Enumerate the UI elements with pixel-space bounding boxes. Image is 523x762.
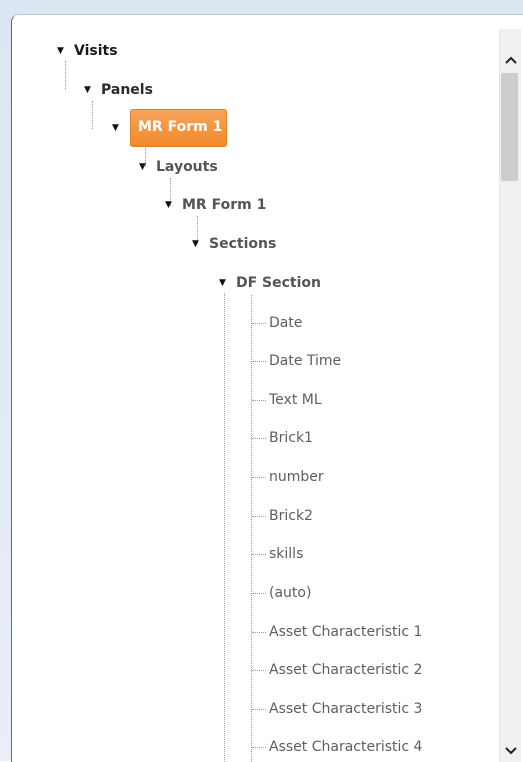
tree-leaf-field[interactable]: Text ML	[269, 388, 322, 412]
tree-node-label: DF Section	[236, 275, 322, 291]
tree-connector	[92, 101, 93, 129]
tree-node-df-section[interactable]: ▼ DF Section	[219, 271, 321, 295]
tree-view[interactable]: ▼ Visits ▼ Panels ▼ MR Form 1 ▼ Layouts ▼ MR…	[12, 15, 499, 762]
tree-connector	[251, 295, 252, 762]
tree-node-label: Panels	[101, 82, 153, 98]
tree-leaf-field[interactable]: number	[269, 465, 324, 489]
expand-triangle-icon[interactable]: ▼	[219, 271, 231, 295]
tree-connector	[252, 747, 266, 748]
tree-node-form-arrow[interactable]: ▼	[112, 116, 129, 140]
tree-connector	[252, 477, 266, 478]
scrollbar-thumb[interactable]	[501, 73, 518, 181]
scroll-down-button[interactable]	[500, 740, 521, 762]
tree-leaf-field[interactable]: Asset Characteristic 4	[269, 735, 422, 759]
tree-node-label: Visits	[74, 43, 118, 59]
tree-connector	[252, 516, 266, 517]
tree-node-label: MR Form 1	[182, 197, 267, 213]
tree-connector	[252, 554, 266, 555]
tree-connector	[252, 593, 266, 594]
tree-connector	[252, 709, 266, 710]
expand-triangle-icon[interactable]: ▼	[165, 193, 177, 217]
expand-triangle-icon[interactable]: ▼	[192, 232, 204, 256]
tree-connector	[224, 293, 225, 762]
vertical-scrollbar[interactable]	[499, 29, 521, 762]
tree-node-panels[interactable]: ▼ Panels	[84, 78, 153, 102]
tree-connector	[252, 400, 266, 401]
tree-leaf-field[interactable]: Asset Characteristic 3	[269, 697, 422, 721]
tree-node-mr-form-1-selected[interactable]: MR Form 1	[138, 115, 222, 139]
tree-node-layouts[interactable]: ▼ Layouts	[139, 155, 218, 179]
expand-triangle-icon[interactable]: ▼	[139, 155, 151, 179]
tree-leaf-field[interactable]: Asset Characteristic 1	[269, 620, 422, 644]
tree-leaf-field[interactable]: Date Time	[269, 349, 341, 373]
tree-node-label: Sections	[209, 236, 277, 252]
tree-connector	[252, 438, 266, 439]
tree-leaf-field[interactable]: (auto)	[269, 581, 311, 605]
tree-leaf-field[interactable]: Brick1	[269, 426, 313, 450]
tree-node-layout-mr-form-1[interactable]: ▼ MR Form 1	[165, 193, 266, 217]
tree-leaf-field[interactable]: Brick2	[269, 504, 313, 528]
chevron-down-icon	[504, 747, 517, 755]
tree-panel: ▼ Visits ▼ Panels ▼ MR Form 1 ▼ Layouts ▼ MR…	[11, 14, 523, 762]
chevron-up-icon	[504, 56, 517, 64]
tree-node-sections[interactable]: ▼ Sections	[192, 232, 276, 256]
tree-leaf-field[interactable]: skills	[269, 542, 303, 566]
tree-connector	[252, 323, 266, 324]
tree-node-label: Layouts	[156, 159, 218, 175]
tree-connector	[252, 361, 266, 362]
scroll-up-button[interactable]	[500, 49, 521, 71]
tree-connector	[252, 632, 266, 633]
expand-triangle-icon[interactable]: ▼	[112, 116, 124, 140]
tree-leaf-field[interactable]: Date	[269, 311, 302, 335]
expand-triangle-icon[interactable]: ▼	[57, 39, 69, 63]
tree-connector	[65, 61, 66, 89]
tree-leaf-field[interactable]: Asset Characteristic 2	[269, 658, 422, 682]
tree-node-visits[interactable]: ▼ Visits	[57, 39, 118, 63]
expand-triangle-icon[interactable]: ▼	[84, 78, 96, 102]
tree-connector	[252, 670, 266, 671]
